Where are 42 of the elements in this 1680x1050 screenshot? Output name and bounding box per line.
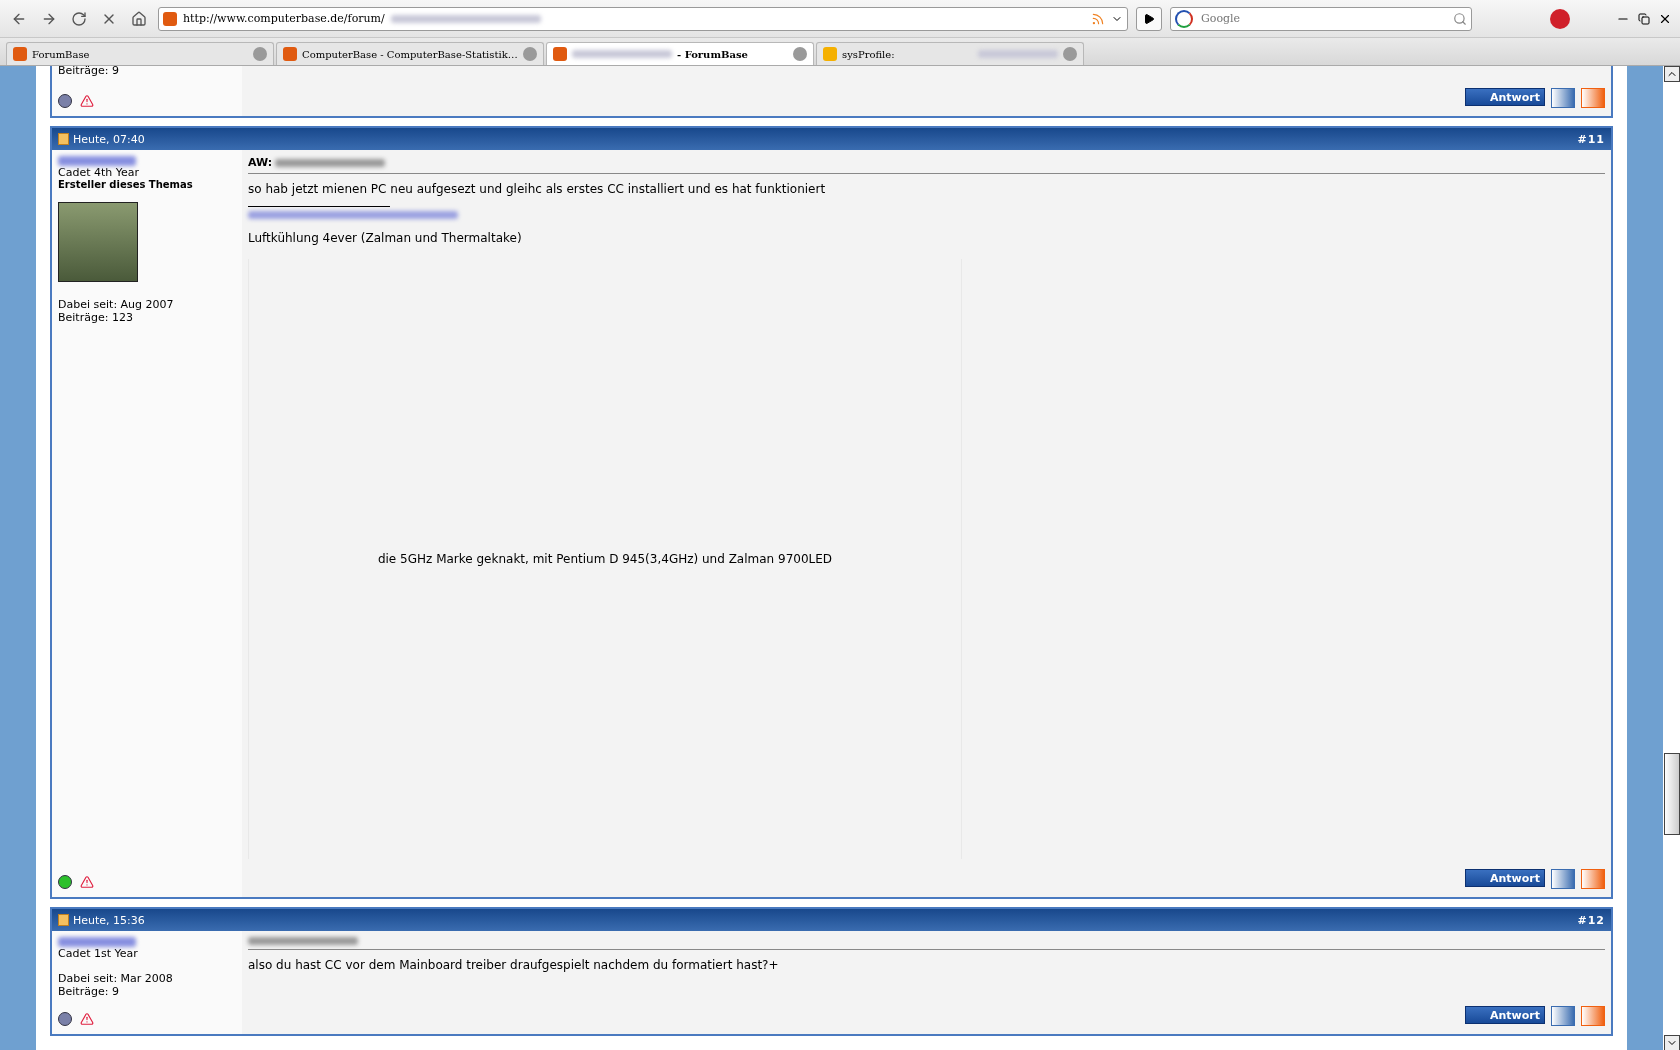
reply-button[interactable]: Antwort — [1465, 1006, 1545, 1024]
search-icon — [1453, 11, 1467, 26]
favicon-icon — [553, 47, 567, 61]
browser-tab[interactable]: sysProfile: — [816, 42, 1084, 65]
restore-icon[interactable] — [1638, 12, 1650, 25]
favicon-icon — [13, 47, 27, 61]
post-number[interactable]: #11 — [1577, 132, 1605, 146]
post-title: AW: — [248, 156, 273, 169]
play-icon[interactable] — [1143, 12, 1155, 25]
search-field[interactable]: Google — [1170, 6, 1472, 31]
user-stat: Beiträge: 9 — [58, 66, 119, 77]
rss-icon — [1091, 11, 1105, 26]
post-date: Heute, 15:36 — [73, 913, 145, 927]
signature-text: Luftkühlung 4ever (Zalman und Thermaltake) — [248, 231, 523, 245]
banner-text: die 5GHz Marke geknakt, mit Pentium D 945(3,4GHz) und Zalman 9700LED — [377, 552, 833, 566]
browser-tab[interactable]: ForumBase — [6, 42, 274, 65]
user-rank: Cadet 1st Year — [58, 947, 139, 960]
post-text: so hab jetzt mienen PC neu aufgesezt und gleihc als erstes CC installiert und es hat funktioniert — [248, 182, 827, 196]
browser-tab[interactable]: ComputerBase - ComputerBase-Statistik… — [276, 42, 544, 65]
post-number[interactable]: #12 — [1577, 913, 1605, 927]
favicon-icon — [823, 47, 837, 61]
reply-button[interactable]: Antwort — [1465, 88, 1545, 106]
report-icon[interactable] — [80, 1012, 94, 1026]
user-stat: Dabei seit: Aug 2007 — [58, 298, 175, 311]
favicon-icon — [283, 47, 297, 61]
report-icon[interactable] — [80, 875, 94, 889]
report-icon[interactable] — [80, 94, 94, 108]
thread-starter-label: Ersteller dieses Themas — [58, 179, 194, 190]
post-date: Heute, 07:40 — [73, 132, 145, 146]
post-icon — [58, 914, 69, 926]
post-text: also du hast CC vor dem Mainboard treiber draufgespielt nachdem du formatiert hast?+ — [248, 958, 780, 972]
post-icon — [58, 133, 69, 145]
user-stat: Dabei seit: Mar 2008 — [58, 972, 174, 985]
reply-button[interactable]: Antwort — [1465, 869, 1545, 887]
user-rank: Cadet 4th Year — [58, 166, 141, 179]
address-field[interactable]: http://www.computerbase.de/forum/ — [158, 6, 1128, 31]
go-button[interactable] — [1136, 6, 1162, 31]
favicon-icon — [163, 11, 177, 26]
user-stat: Beiträge: 9 — [58, 985, 120, 998]
scroll-thumb[interactable] — [1663, 753, 1680, 835]
user-stat: Beiträge: 123 — [58, 311, 134, 324]
browser-tab[interactable]: - ForumBase — [546, 42, 814, 65]
